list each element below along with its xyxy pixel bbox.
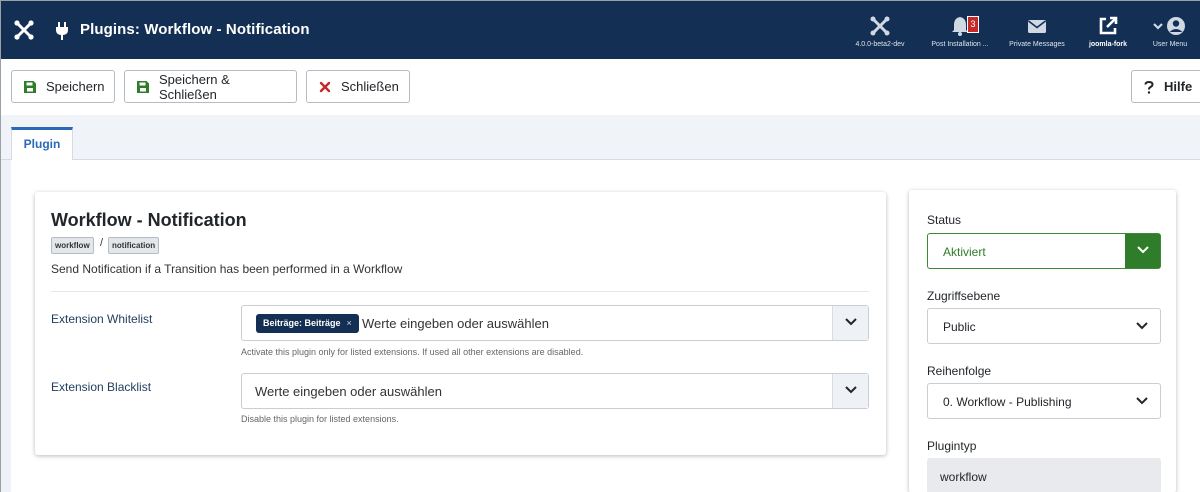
chevron-down-icon: [844, 318, 857, 326]
chip-label: Beiträge: Beiträge: [263, 318, 341, 328]
ordering-value: 0. Workflow - Publishing: [943, 395, 1072, 409]
workspace: Plugin Workflow - Notification workflow …: [1, 115, 1200, 492]
save-and-close-label: Speichern & Schließen: [159, 71, 230, 102]
ordering-label: Reihenfolge: [927, 364, 992, 378]
status-dropdown-toggle[interactable]: [1125, 234, 1160, 268]
access-select[interactable]: Public: [927, 308, 1161, 344]
extension-blacklist-field[interactable]: Werte eingeben oder auswählen: [241, 373, 869, 409]
status-select[interactable]: Aktiviert: [927, 233, 1161, 269]
plugintype-label: Plugintyp: [927, 439, 977, 453]
extension-whitelist-label: Extension Whitelist: [51, 312, 153, 326]
private-messages-label: Private Messages: [1009, 41, 1065, 48]
notification-badge: 3: [967, 16, 979, 33]
plugin-title: Workflow - Notification: [51, 210, 247, 230]
question-icon: [1144, 80, 1154, 94]
version-label: 4.0.0-beta2-dev: [855, 41, 905, 48]
chevron-down-icon: [1136, 246, 1149, 254]
save-icon: [137, 80, 149, 93]
divider: [51, 291, 869, 292]
version-item[interactable]: 4.0.0-beta2-dev: [836, 15, 924, 48]
chevron-down-icon: [844, 386, 857, 394]
post-installation-label: Post Installation ...: [931, 41, 989, 48]
extension-blacklist-label: Extension Blacklist: [51, 380, 152, 394]
close-icon: [319, 81, 331, 93]
help-label: Hilfe: [1164, 79, 1193, 94]
status-value: Aktiviert: [943, 245, 986, 259]
plugin-details-card: Workflow - Notification workflow / notif…: [35, 192, 886, 455]
user-icon: [1153, 15, 1187, 37]
site-link-item[interactable]: joomla-fork: [1077, 15, 1139, 48]
top-header: Plugins: Workflow - Notification 4.0.0-b…: [1, 1, 1200, 59]
plugintype-value: workflow: [940, 470, 987, 484]
plugintype-field: workflow: [927, 458, 1161, 492]
ordering-select[interactable]: 0. Workflow - Publishing: [927, 383, 1161, 419]
selected-chip[interactable]: Beiträge: Beiträge ×: [256, 314, 359, 333]
tab-plugin[interactable]: Plugin: [11, 127, 73, 161]
save-and-close-button[interactable]: Speichern & Schließen: [124, 70, 297, 103]
status-label: Status: [927, 213, 962, 227]
user-menu-item[interactable]: User Menu: [1144, 15, 1196, 48]
access-label: Zugriffsebene: [927, 289, 1001, 303]
toolbar: Speichern Speichern & Schließen Schließe…: [1, 59, 1200, 115]
whitelist-hint: Activate this plugin only for listed ext…: [241, 347, 584, 357]
bell-icon: 3: [949, 15, 979, 37]
post-installation-item[interactable]: 3 Post Installation ...: [922, 15, 998, 48]
blacklist-placeholder: Werte eingeben oder auswählen: [255, 384, 442, 399]
options-sidebar: Status Aktiviert Zugriffsebene Public Re…: [909, 190, 1176, 492]
blacklist-dropdown-toggle[interactable]: [832, 374, 868, 408]
chevron-down-icon: [1136, 322, 1148, 330]
save-label: Speichern: [46, 79, 105, 94]
plugin-description: Send Notification if a Transition has be…: [51, 262, 403, 276]
help-button[interactable]: Hilfe: [1131, 70, 1200, 103]
tag-workflow: workflow: [51, 237, 94, 254]
tag-separator: /: [100, 237, 104, 249]
close-button[interactable]: Schließen: [306, 70, 410, 103]
access-value: Public: [943, 320, 976, 334]
tag-notification: notification: [108, 237, 160, 254]
tab-bar: Plugin: [1, 115, 1200, 161]
external-link-icon: [1097, 15, 1119, 37]
plug-icon: [55, 21, 69, 41]
joomla-logo-icon[interactable]: [13, 19, 35, 41]
user-menu-label: User Menu: [1152, 41, 1188, 48]
joomla-icon: [869, 15, 891, 37]
whitelist-dropdown-toggle[interactable]: [832, 306, 868, 340]
blacklist-hint: Disable this plugin for listed extension…: [241, 414, 399, 424]
site-link-label: joomla-fork: [1088, 41, 1128, 48]
private-messages-item[interactable]: Private Messages: [1001, 15, 1073, 48]
chevron-down-icon: [1136, 397, 1148, 405]
save-icon: [24, 80, 36, 93]
close-label: Schließen: [341, 79, 399, 94]
page-title: Plugins: Workflow - Notification: [80, 21, 310, 38]
tab-panel: Workflow - Notification workflow / notif…: [11, 160, 1200, 492]
extension-whitelist-field[interactable]: Beiträge: Beiträge × Werte eingeben oder …: [241, 305, 869, 341]
whitelist-placeholder: Werte eingeben oder auswählen: [362, 316, 549, 331]
save-button[interactable]: Speichern: [11, 70, 115, 103]
chip-remove-icon[interactable]: ×: [347, 318, 352, 328]
envelope-icon: [1026, 15, 1048, 37]
